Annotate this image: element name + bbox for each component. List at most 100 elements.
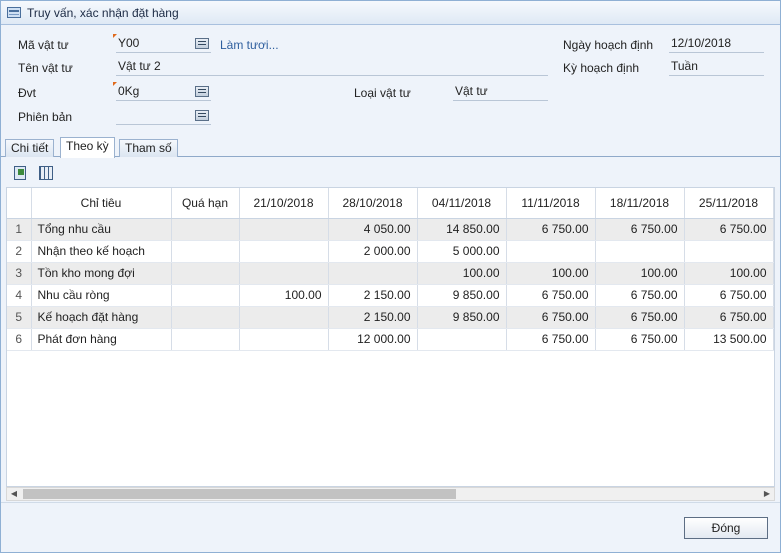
col-header-overdue[interactable]: Quá hạn — [171, 188, 240, 219]
value-cell: 12 000.00 — [328, 328, 418, 351]
window-title: Truy vấn, xác nhận đặt hàng — [27, 5, 179, 20]
value-cell: 14 850.00 — [417, 218, 507, 241]
tab-parameters[interactable]: Tham số — [119, 139, 178, 157]
value-cell: 9 850.00 — [417, 306, 507, 329]
header-form: Mã vật tư Y00 Làm tươi... Tên vật tư Vật… — [1, 26, 780, 136]
table-row[interactable]: 3 Tồn kho mong đợi 100.00 100.00 100.00 … — [7, 262, 774, 285]
close-button[interactable]: Đóng — [684, 517, 768, 539]
value-cell: 2 150.00 — [328, 306, 418, 329]
col-header-period-3[interactable]: 04/11/2018 — [417, 188, 507, 219]
value-cell: 100.00 — [417, 262, 507, 285]
table-row[interactable]: 1 Tổng nhu cầu 4 050.00 14 850.00 6 750.… — [7, 218, 774, 241]
value-cell: 100.00 — [595, 262, 685, 285]
table-row[interactable]: 2 Nhận theo kế hoạch 2 000.00 5 000.00 — [7, 240, 774, 263]
item-name-label: Tên vật tư — [18, 61, 73, 75]
value-cell — [171, 328, 240, 351]
value-cell: 5 000.00 — [417, 240, 507, 263]
value-cell: 6 750.00 — [684, 218, 774, 241]
col-header-period-1[interactable]: 21/10/2018 — [239, 188, 329, 219]
row-index: 2 — [7, 240, 32, 263]
value-cell: 6 750.00 — [595, 306, 685, 329]
value-cell: 100.00 — [506, 262, 596, 285]
unit-lookup-icon[interactable] — [195, 86, 209, 97]
item-name-field[interactable]: Vật tư 2 — [116, 58, 548, 76]
value-cell — [417, 328, 507, 351]
value-cell: 6 750.00 — [684, 306, 774, 329]
scroll-right-icon[interactable]: ▶ — [760, 488, 774, 500]
item-code-lookup-icon[interactable] — [195, 38, 209, 49]
value-cell — [506, 240, 596, 263]
value-cell — [239, 328, 329, 351]
metric-cell: Tồn kho mong đợi — [31, 262, 172, 285]
metric-cell: Tổng nhu cầu — [31, 218, 172, 241]
dialog-footer: Đóng — [1, 502, 780, 552]
col-header-period-2[interactable]: 28/10/2018 — [328, 188, 418, 219]
tab-details[interactable]: Chi tiết — [5, 139, 55, 157]
row-index: 4 — [7, 284, 32, 307]
value-cell: 100.00 — [684, 262, 774, 285]
value-cell — [171, 306, 240, 329]
col-header-metric[interactable]: Chỉ tiêu — [31, 188, 172, 219]
col-header-period-6[interactable]: 25/11/2018 — [684, 188, 774, 219]
value-cell: 6 750.00 — [595, 218, 685, 241]
data-grid: Chỉ tiêu Quá hạn 21/10/2018 28/10/2018 0… — [6, 187, 775, 487]
dialog-window: Truy vấn, xác nhận đặt hàng Mã vật tư Y0… — [0, 0, 781, 553]
table-row[interactable]: 5 Kế hoạch đặt hàng 2 150.00 9 850.00 6 … — [7, 306, 774, 329]
plan-period-field[interactable]: Tuần — [669, 58, 764, 76]
row-index: 5 — [7, 306, 32, 329]
scrollbar-thumb[interactable] — [23, 489, 456, 499]
tab-strip: Chi tiết Theo kỳ Tham số — [1, 137, 780, 158]
metric-cell: Kế hoạch đặt hàng — [31, 306, 172, 329]
columns-icon[interactable] — [37, 164, 55, 180]
value-cell — [239, 240, 329, 263]
value-cell: 6 750.00 — [506, 328, 596, 351]
scroll-left-icon[interactable]: ◀ — [7, 488, 21, 500]
title-bar: Truy vấn, xác nhận đặt hàng — [1, 1, 780, 25]
value-cell — [171, 262, 240, 285]
value-cell: 6 750.00 — [506, 218, 596, 241]
value-cell — [684, 240, 774, 263]
version-label: Phiên bản — [18, 110, 73, 124]
col-header-index[interactable] — [7, 188, 32, 219]
value-cell: 6 750.00 — [595, 328, 685, 351]
value-cell: 9 850.00 — [417, 284, 507, 307]
plan-date-field[interactable]: 12/10/2018 — [669, 35, 764, 53]
version-lookup-icon[interactable] — [195, 110, 209, 121]
row-index: 6 — [7, 328, 32, 351]
horizontal-scrollbar[interactable]: ◀ ▶ — [6, 487, 775, 501]
value-cell — [239, 306, 329, 329]
item-type-label: Loại vật tư — [354, 86, 411, 100]
value-cell — [328, 262, 418, 285]
value-cell — [171, 284, 240, 307]
value-cell — [171, 240, 240, 263]
value-cell: 100.00 — [239, 284, 329, 307]
refresh-link[interactable]: Làm tươi... — [220, 38, 279, 52]
value-cell: 6 750.00 — [595, 284, 685, 307]
col-header-period-4[interactable]: 11/11/2018 — [506, 188, 596, 219]
tab-by-period[interactable]: Theo kỳ — [60, 137, 115, 158]
value-cell — [239, 262, 329, 285]
table-row[interactable]: 6 Phát đơn hàng 12 000.00 6 750.00 6 750… — [7, 328, 774, 351]
table-row[interactable]: 4 Nhu cầu ròng 100.00 2 150.00 9 850.00 … — [7, 284, 774, 307]
value-cell: 4 050.00 — [328, 218, 418, 241]
value-cell — [595, 240, 685, 263]
value-cell: 6 750.00 — [684, 284, 774, 307]
row-index: 3 — [7, 262, 32, 285]
item-type-field[interactable]: Vật tư — [453, 83, 548, 101]
plan-date-label: Ngày hoạch định — [563, 38, 654, 52]
value-cell: 2 150.00 — [328, 284, 418, 307]
export-icon[interactable] — [11, 164, 29, 180]
col-header-period-5[interactable]: 18/11/2018 — [595, 188, 685, 219]
metric-cell: Phát đơn hàng — [31, 328, 172, 351]
window-icon — [7, 7, 21, 18]
value-cell: 6 750.00 — [506, 284, 596, 307]
plan-period-label: Kỳ hoạch định — [563, 61, 640, 75]
value-cell: 2 000.00 — [328, 240, 418, 263]
value-cell — [239, 218, 329, 241]
metric-cell: Nhận theo kế hoạch — [31, 240, 172, 263]
value-cell — [171, 218, 240, 241]
row-index: 1 — [7, 218, 32, 241]
item-code-label: Mã vật tư — [18, 38, 69, 52]
grid-header-row: Chỉ tiêu Quá hạn 21/10/2018 28/10/2018 0… — [7, 188, 774, 219]
value-cell: 6 750.00 — [506, 306, 596, 329]
